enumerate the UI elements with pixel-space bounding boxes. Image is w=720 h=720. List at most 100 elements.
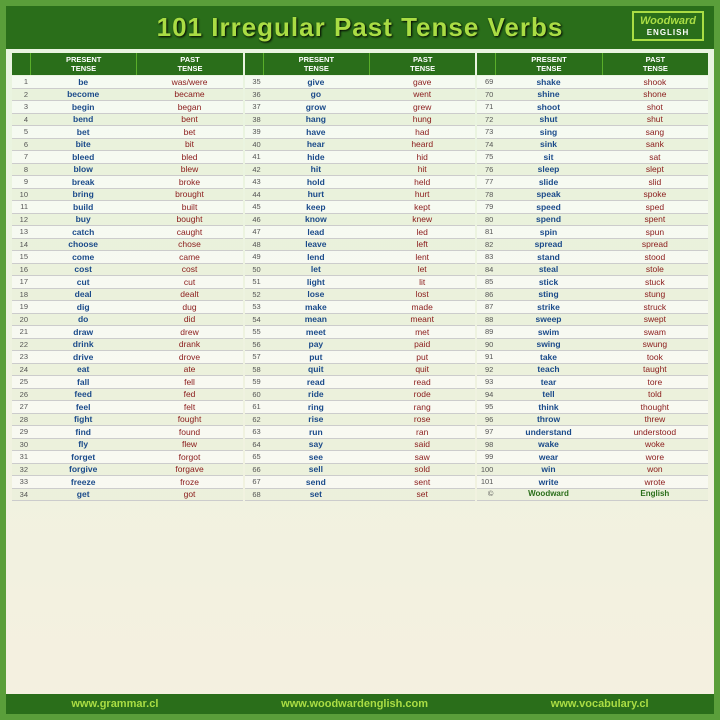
row-number: 10 xyxy=(12,191,30,199)
past-tense: English xyxy=(602,489,708,500)
present-tense: rise xyxy=(263,414,369,426)
past-tense: fell xyxy=(136,376,242,388)
table-row: 43holdheld xyxy=(245,176,476,189)
row-number: 95 xyxy=(477,403,495,411)
past-tense: made xyxy=(369,301,475,313)
present-tense: ride xyxy=(263,389,369,401)
row-number: 47 xyxy=(245,228,263,236)
table-row: 29findfound xyxy=(12,426,243,439)
table-content: PRESENTTENSE PASTTENSE 1bewas/were2becom… xyxy=(6,49,714,694)
table-row: 26feedfed xyxy=(12,389,243,402)
row-number: 14 xyxy=(12,241,30,249)
present-tense: tell xyxy=(495,389,601,401)
row-number: 18 xyxy=(12,291,30,299)
present-tense: eat xyxy=(30,364,136,376)
past-tense: lost xyxy=(369,289,475,301)
table-row: 25fallfell xyxy=(12,376,243,389)
present-tense: build xyxy=(30,201,136,213)
row-number: 76 xyxy=(477,166,495,174)
present-tense: tear xyxy=(495,376,601,388)
row-number: 28 xyxy=(12,416,30,424)
table-row: 82spreadspread xyxy=(477,239,708,252)
table-row: 68setset xyxy=(245,489,476,502)
past-tense: meant xyxy=(369,314,475,326)
row-number: 90 xyxy=(477,341,495,349)
past-tense: flew xyxy=(136,439,242,451)
present-tense: bleed xyxy=(30,151,136,163)
row-number: 40 xyxy=(245,141,263,149)
row-number: 43 xyxy=(245,178,263,186)
table-row: 83standstood xyxy=(477,251,708,264)
row-number: 21 xyxy=(12,328,30,336)
table-row: 60riderode xyxy=(245,389,476,402)
col3-past-header: PASTTENSE xyxy=(602,53,708,75)
present-tense: lead xyxy=(263,226,369,238)
row-number: 37 xyxy=(245,103,263,111)
past-tense: rose xyxy=(369,414,475,426)
row-number: 1 xyxy=(12,78,30,86)
present-tense: fight xyxy=(30,414,136,426)
past-tense: spent xyxy=(602,214,708,226)
row-number: 33 xyxy=(12,478,30,486)
row-number: 8 xyxy=(12,166,30,174)
present-tense: write xyxy=(495,476,601,488)
table-row: 12buybought xyxy=(12,214,243,227)
row-number: 94 xyxy=(477,391,495,399)
table-row: ©WoodwardEnglish xyxy=(477,489,708,501)
past-tense: went xyxy=(369,89,475,101)
present-tense: pay xyxy=(263,339,369,351)
present-tense: spread xyxy=(495,239,601,251)
table-row: 57putput xyxy=(245,351,476,364)
present-tense: shoot xyxy=(495,101,601,113)
row-number: 31 xyxy=(12,453,30,461)
present-tense: choose xyxy=(30,239,136,251)
row-number: 12 xyxy=(12,216,30,224)
table-row: 66sellsold xyxy=(245,464,476,477)
table-row: 44hurthurt xyxy=(245,189,476,202)
present-tense: put xyxy=(263,351,369,363)
present-tense: strike xyxy=(495,301,601,313)
row-number: 61 xyxy=(245,403,263,411)
present-tense: sting xyxy=(495,289,601,301)
past-tense: bought xyxy=(136,214,242,226)
past-tense: stole xyxy=(602,264,708,276)
present-tense: drive xyxy=(30,351,136,363)
row-number: 62 xyxy=(245,416,263,424)
past-tense: drove xyxy=(136,351,242,363)
present-tense: swim xyxy=(495,326,601,338)
present-tense: spend xyxy=(495,214,601,226)
past-tense: hit xyxy=(369,164,475,176)
row-number: 19 xyxy=(12,303,30,311)
past-tense: became xyxy=(136,89,242,101)
past-tense: paid xyxy=(369,339,475,351)
past-tense: held xyxy=(369,176,475,188)
table-row: 45keepkept xyxy=(245,201,476,214)
past-tense: left xyxy=(369,239,475,251)
row-number: © xyxy=(477,490,495,498)
present-tense: forgive xyxy=(30,464,136,476)
table-row: 74sinksank xyxy=(477,139,708,152)
row-number: 38 xyxy=(245,116,263,124)
row-number: 65 xyxy=(245,453,263,461)
present-tense: shake xyxy=(495,76,601,88)
present-tense: light xyxy=(263,276,369,288)
row-number: 41 xyxy=(245,153,263,161)
past-tense: stuck xyxy=(602,276,708,288)
row-number: 64 xyxy=(245,441,263,449)
present-tense: find xyxy=(30,426,136,438)
present-tense: hear xyxy=(263,139,369,151)
present-tense: sit xyxy=(495,151,601,163)
past-tense: thought xyxy=(602,401,708,413)
past-tense: quit xyxy=(369,364,475,376)
table-row: 13catchcaught xyxy=(12,226,243,239)
past-tense: hid xyxy=(369,151,475,163)
table-row: 36gowent xyxy=(245,89,476,102)
present-tense: cost xyxy=(30,264,136,276)
table-row: 67sendsent xyxy=(245,476,476,489)
table-row: 28fightfought xyxy=(12,414,243,427)
row-number: 93 xyxy=(477,378,495,386)
row-number: 6 xyxy=(12,141,30,149)
present-tense: read xyxy=(263,376,369,388)
table-row: 31forgetforgot xyxy=(12,451,243,464)
past-tense: built xyxy=(136,201,242,213)
